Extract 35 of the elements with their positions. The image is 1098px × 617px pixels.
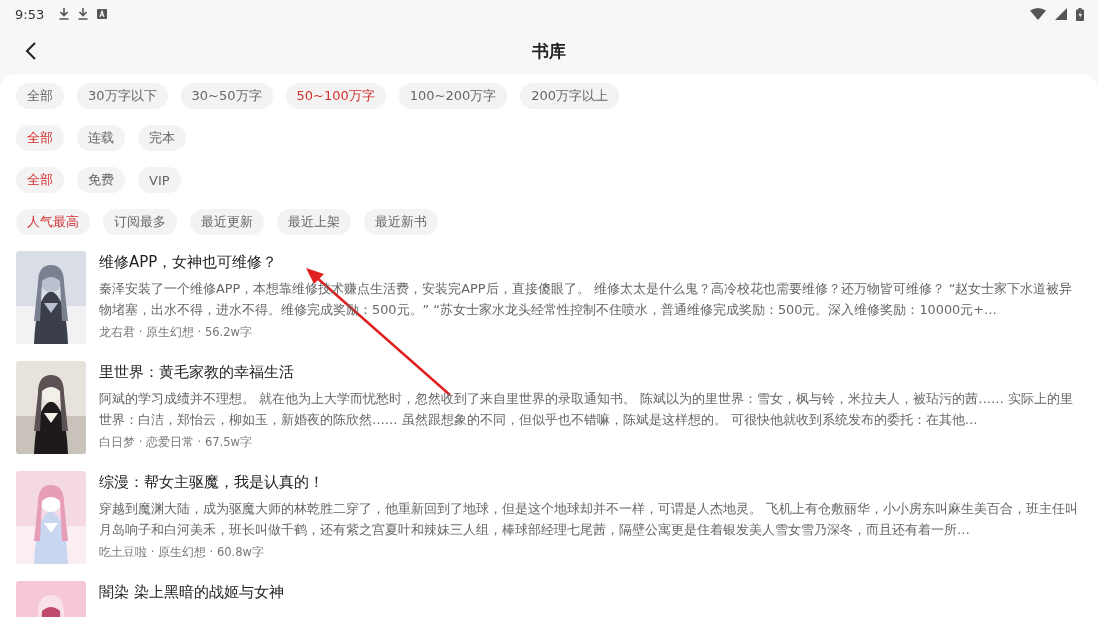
filter-chip[interactable]: 50~100万字	[285, 83, 386, 109]
filter-chip[interactable]: 最近新书	[364, 209, 438, 235]
keyboard-app-icon	[97, 9, 108, 19]
download-icon	[59, 8, 70, 20]
filter-chip[interactable]: VIP	[138, 167, 181, 193]
filter-chip[interactable]: 完本	[138, 125, 186, 151]
book-meta: 白日梦 · 恋爱日常 · 67.5w字	[99, 435, 253, 450]
filter-chip[interactable]: 最近上架	[277, 209, 351, 235]
filter-chip[interactable]: 人气最高	[16, 209, 90, 235]
filter-chip[interactable]: 全部	[16, 83, 64, 109]
download-icon	[78, 8, 89, 20]
filter-chip[interactable]: 30~50万字	[180, 83, 273, 109]
book-meta: 吃土豆啦 · 原生幻想 · 60.8w字	[99, 545, 265, 560]
filter-chip[interactable]: 连载	[77, 125, 125, 151]
book-meta: 龙右君 · 原生幻想 · 56.2w字	[99, 325, 253, 340]
filter-chip[interactable]: 30万字以下	[77, 83, 168, 109]
filter-chip[interactable]: 订阅最多	[103, 209, 177, 235]
filter-chip[interactable]: 全部	[16, 125, 64, 151]
filter-chip[interactable]: 最近更新	[190, 209, 264, 235]
battery-charging-icon	[1076, 7, 1084, 21]
back-icon[interactable]	[25, 41, 37, 61]
filter-chip[interactable]: 全部	[16, 167, 64, 193]
filter-chip[interactable]: 免费	[77, 167, 125, 193]
book-title[interactable]: 综漫：帮女主驱魔，我是认真的！	[99, 473, 1082, 492]
signal-icon	[1055, 8, 1067, 20]
book-title[interactable]: 闇染 染上黑暗的战姬与女神	[99, 583, 1082, 602]
filter-chip[interactable]: 200万字以上	[520, 83, 620, 109]
book-description: 阿斌的学习成绩并不理想。 就在他为上大学而忧愁时，忽然收到了来自里世界的录取通知书。 陈斌以为的里世界：雪女，枫与铃，米拉夫人，被玷污的茜…… 实际上的里世界：白洁，郑怡云，柳如玉，新婚夜的陈欣然…… 虽然跟想象的不同，但似乎也不错嘛，陈斌是这样想的。 可很快他就收到系统发布的委托：在其他…	[99, 390, 1074, 429]
book-title[interactable]: 维修APP，女神也可维修？	[99, 253, 1082, 272]
wifi-icon	[1030, 8, 1046, 20]
page-title: 书库	[532, 39, 566, 63]
book-title[interactable]: 里世界：黄毛家教的幸福生活	[99, 363, 1082, 382]
status-time: 9:53	[15, 6, 45, 22]
filter-chip[interactable]: 100~200万字	[398, 83, 508, 109]
book-description: 穿越到魔渊大陆，成为驱魔大师的林乾胜二穿了，他重新回到了地球，但是这个地球却并不一样，可谓是人杰地灵。 飞机上有仓敷丽华，小小房东叫麻生美百合，班主任叫月岛响子和白河美禾，班长叫做千鹤，还有紫之宫夏叶和辣妹三人组，棒球部经理七尾茜，隔壁公寓更是住着银发美人雪女雪乃深冬，而且还有着一所…	[99, 500, 1080, 539]
